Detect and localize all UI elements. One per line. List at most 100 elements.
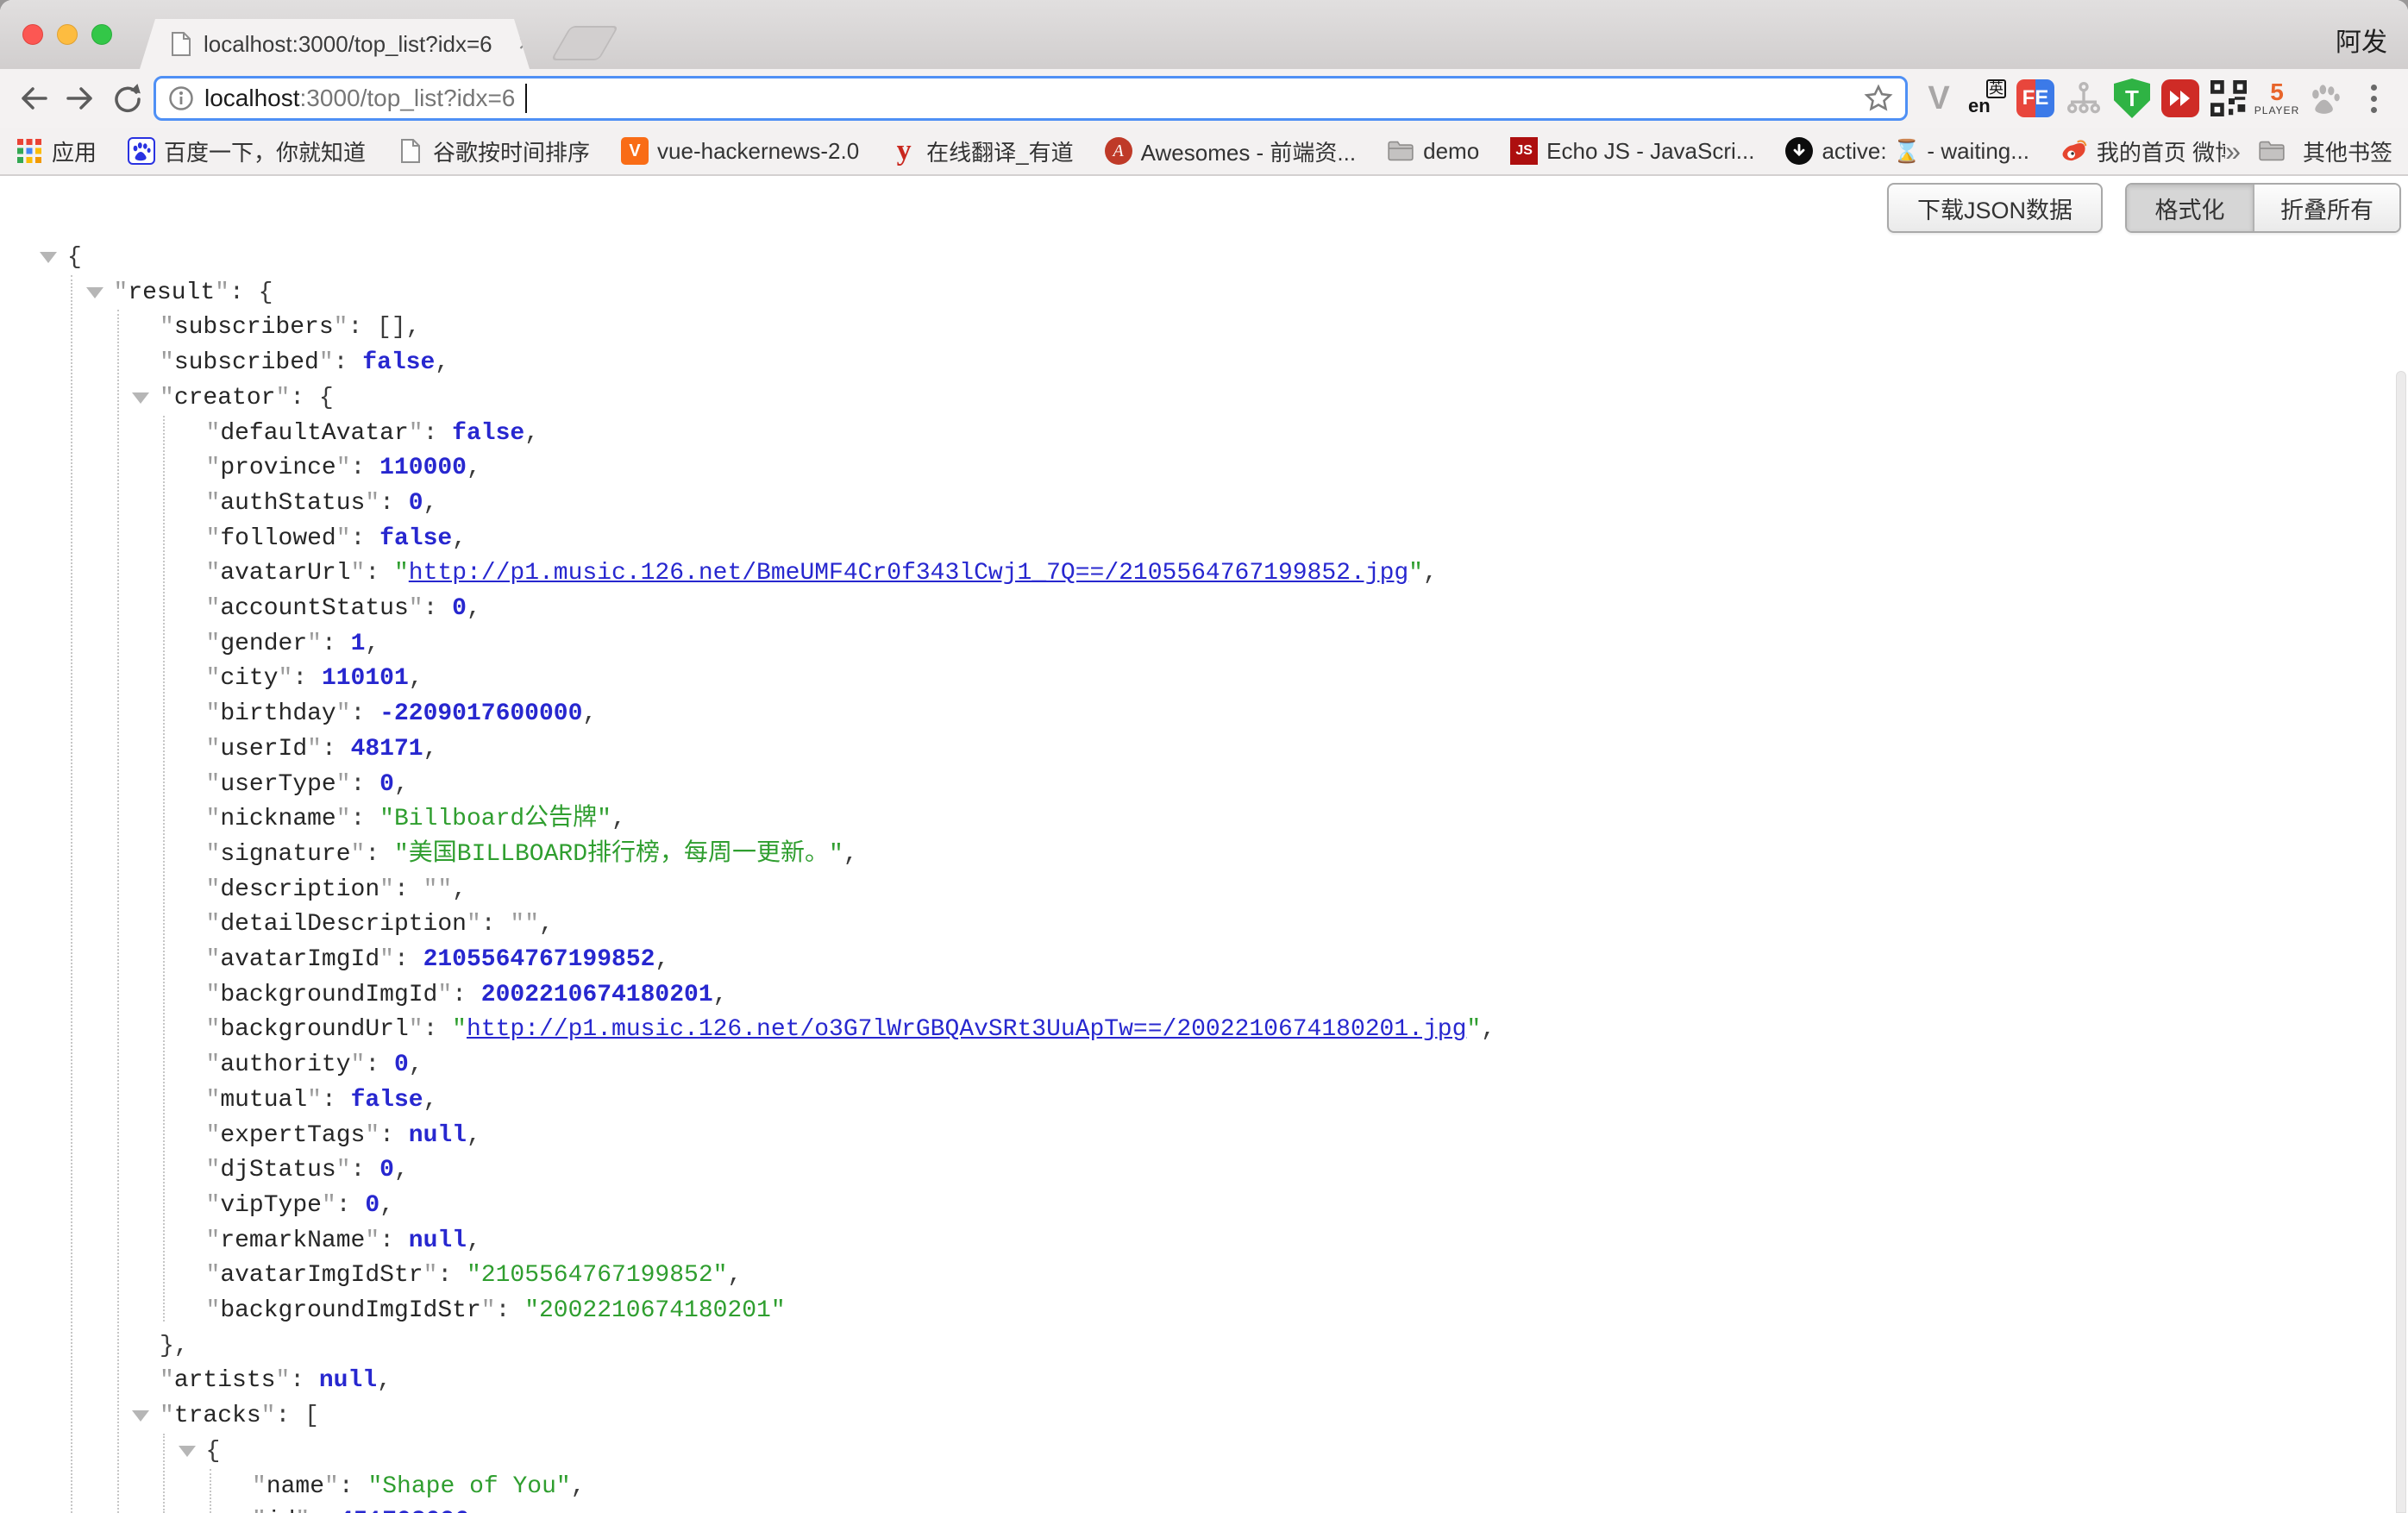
new-tab-button[interactable] (550, 26, 618, 60)
bookmark-label: Awesomes - 前端资... (1141, 135, 1356, 167)
json-token: : (379, 1122, 409, 1149)
json-token: " (336, 806, 351, 832)
json-token: : (365, 841, 394, 868)
back-button[interactable] (10, 75, 57, 122)
json-token: " (206, 876, 221, 903)
json-line: "djStatus": 0, (0, 1152, 2408, 1188)
json-token: avatarUrl (220, 560, 350, 587)
close-window-button[interactable] (22, 24, 43, 45)
json-token: " (206, 631, 221, 657)
bookmark-item-vue[interactable]: Vvue-hackernews-2.0 (621, 137, 859, 165)
bookmark-label: 百度一下，你就知道 (164, 135, 366, 167)
bookmarks-items: 应用 百度一下，你就知道谷歌按时间排序 Vvue-hackernews-2.0 y在线… (16, 135, 2225, 167)
json-token: " (160, 385, 174, 411)
json-token: , (394, 771, 409, 798)
reload-button[interactable] (103, 75, 150, 122)
json-token: [], (377, 314, 420, 341)
json-token: : (292, 665, 322, 692)
forward-button[interactable] (57, 75, 103, 122)
json-token: subscribers (174, 314, 334, 341)
json-token: 2105564767199852 (423, 946, 655, 973)
json-token: " (206, 700, 221, 727)
json-link[interactable]: http://p1.music.126.net/BmeUMF4Cr0f343lC… (409, 560, 1408, 587)
bookmark-item-awesomes[interactable]: AAwesomes - 前端资... (1105, 135, 1356, 167)
json-line: "subscribed": false, (0, 345, 2408, 380)
json-token: { (67, 244, 82, 271)
browser-tab[interactable]: localhost:3000/top_list?idx=6 × (140, 19, 530, 69)
json-token: userType (220, 771, 335, 798)
extension-fe-helper-icon[interactable]: FE (2015, 76, 2056, 121)
collapse-arrow-icon[interactable] (86, 287, 103, 298)
extension-browser-menu-icon[interactable] (2353, 76, 2394, 121)
extension-fast-forward-icon[interactable] (2160, 76, 2201, 121)
other-bookmarks-folder-icon (2258, 137, 2286, 165)
json-token: " (206, 525, 221, 552)
json-token: , (539, 911, 554, 938)
json-line: "remarkName": null, (0, 1223, 2408, 1259)
scrollbar-thumb[interactable] (2396, 371, 2406, 1513)
collapse-arrow-icon[interactable] (40, 252, 57, 263)
bookmark-item-page[interactable]: 谷歌按时间排序 (397, 135, 590, 167)
json-token: : (351, 771, 380, 798)
bookmark-item-apps-grid[interactable]: 应用 (16, 135, 97, 167)
page-info-icon[interactable] (168, 85, 194, 111)
json-token: userId (220, 736, 307, 763)
extension-html5-player-icon[interactable]: 5PLAYER (2256, 76, 2298, 121)
extension-paw-icon[interactable] (2305, 76, 2346, 121)
extension-qr-code-icon[interactable] (2208, 76, 2249, 121)
json-token: , (452, 876, 467, 903)
json-token: " (409, 595, 423, 622)
json-token: , (469, 1508, 484, 1513)
download-json-button[interactable]: 下载JSON数据 (1887, 183, 2103, 233)
extension-sitemap-icon[interactable] (2063, 76, 2104, 121)
format-button[interactable]: 格式化 (2127, 185, 2253, 231)
bookmark-item-youdao[interactable]: y在线翻译_有道 (890, 135, 1073, 167)
json-token: id (267, 1508, 296, 1513)
json-token: , (409, 665, 423, 692)
profile-name[interactable]: 阿发 (2336, 21, 2387, 59)
json-token: 110000 (379, 455, 467, 481)
bookmark-star-icon[interactable] (1864, 84, 1893, 113)
json-token: : (310, 1508, 339, 1513)
json-token: backgroundImgId (220, 982, 437, 1008)
fullscreen-window-button[interactable] (91, 24, 112, 45)
json-token: null (409, 1227, 467, 1254)
collapse-all-button[interactable]: 折叠所有 (2253, 185, 2399, 231)
json-token: : (394, 876, 423, 903)
json-token: " (206, 455, 221, 481)
json-tree: { "result": { " subscribers ": [], "subscribe… (0, 240, 2408, 1513)
bookmark-item-echojs[interactable]: JSEcho JS - JavaScri... (1510, 137, 1754, 165)
json-token: : (423, 420, 453, 447)
json-line: "userId": 48171, (0, 731, 2408, 767)
json-token: " (409, 420, 423, 447)
json-token: " (336, 700, 351, 727)
json-line: "result": { (0, 275, 2408, 311)
json-token: : (481, 911, 511, 938)
collapse-arrow-icon[interactable] (132, 392, 149, 404)
bookmarks-overflow-icon[interactable]: » (2225, 135, 2241, 167)
json-token: : (394, 946, 423, 973)
bookmark-item-folder[interactable]: demo (1387, 137, 1479, 165)
json-token: : (365, 1052, 394, 1078)
extension-translator-icon[interactable]: en英 (1966, 76, 2008, 121)
url-bar[interactable]: localhost:3000/top_list?idx=6 (154, 76, 1908, 121)
json-token: , (611, 806, 626, 832)
json-line: "backgroundUrl": "http://p1.music.126.ne… (0, 1012, 2408, 1047)
bookmark-item-weibo[interactable]: 我的首页 微博-随时... (2060, 135, 2225, 167)
collapse-arrow-icon[interactable] (179, 1446, 196, 1457)
minimize-window-button[interactable] (57, 24, 78, 45)
url-path: :3000/top_list?idx=6 (300, 85, 516, 111)
other-bookmarks-label[interactable]: 其他书签 (2303, 135, 2392, 167)
page-icon (397, 137, 424, 165)
json-token: : (437, 1262, 467, 1289)
tab-close-icon[interactable]: × (518, 31, 534, 57)
extension-vue-devtools-icon[interactable]: V (1918, 76, 1960, 121)
json-token: " (394, 560, 409, 587)
json-link[interactable]: http://p1.music.126.net/o3G7lWrGBQAvSRt3… (467, 1016, 1466, 1043)
bookmark-item-download-circle[interactable]: active: ⌛ - waiting... (1785, 137, 2029, 165)
bookmark-item-baidu[interactable]: 百度一下，你就知道 (128, 135, 366, 167)
extension-tampermonkey-icon[interactable]: T (2111, 76, 2153, 121)
collapse-arrow-icon[interactable] (132, 1410, 149, 1422)
json-token: false (351, 1087, 423, 1114)
json-line: "userType": 0, (0, 767, 2408, 802)
